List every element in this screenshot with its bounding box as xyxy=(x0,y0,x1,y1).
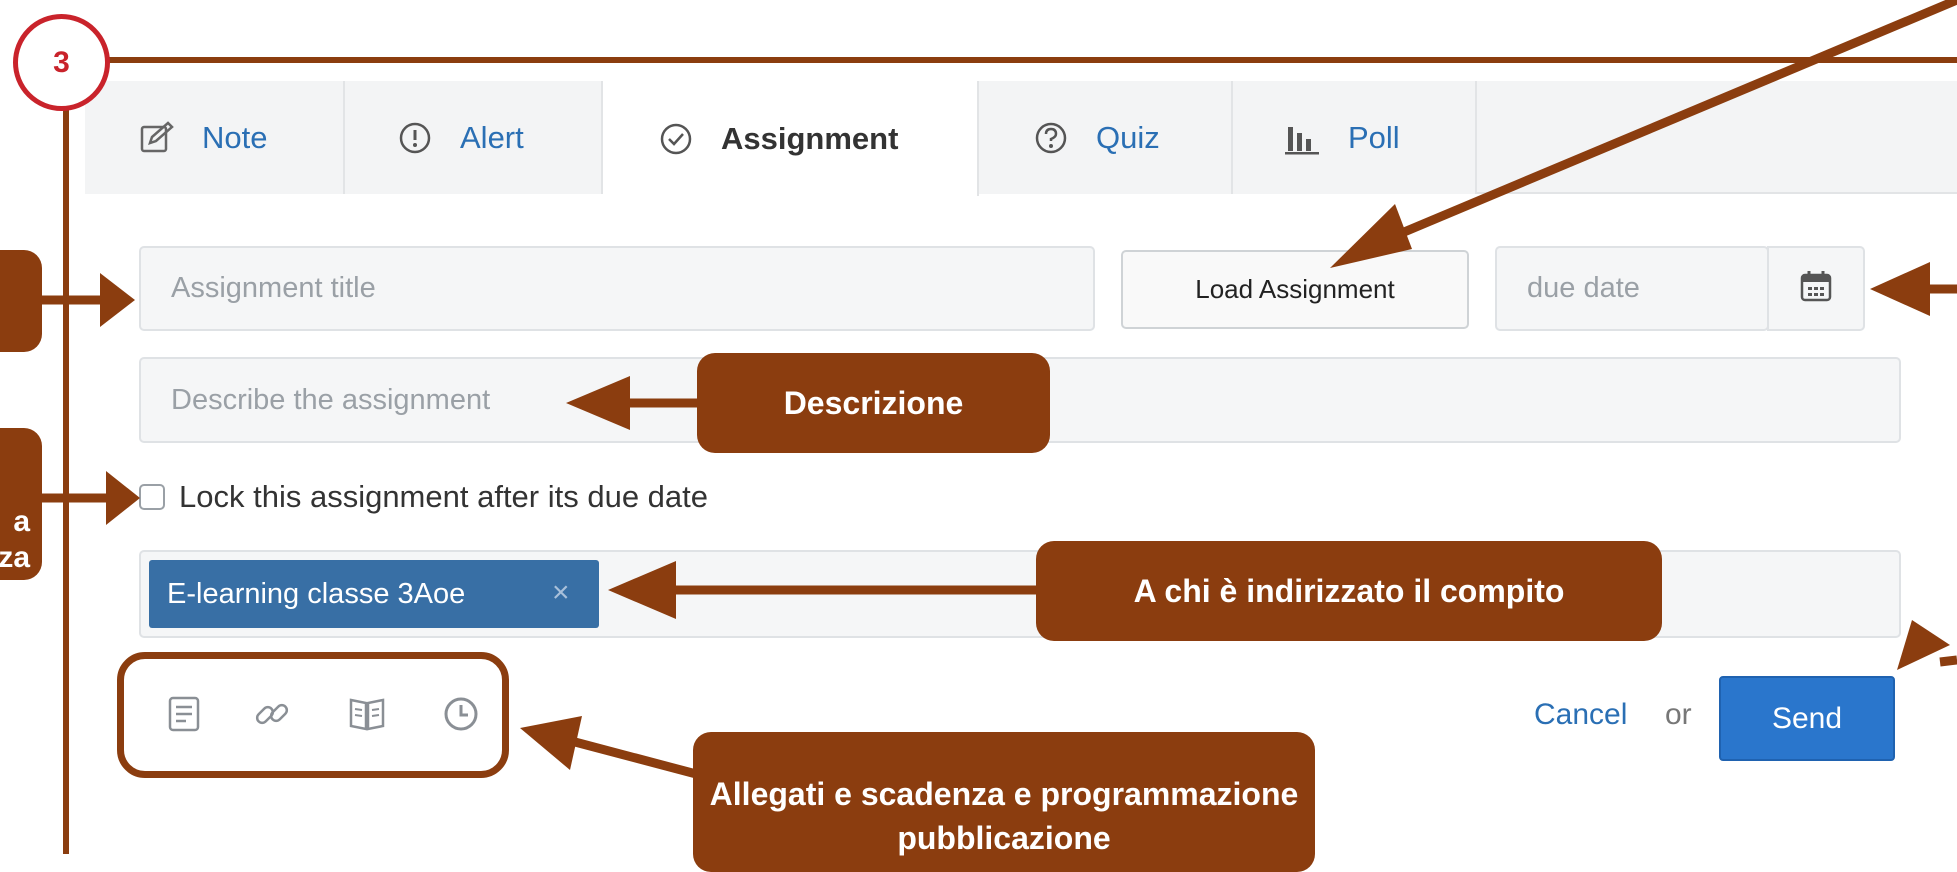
title-placeholder: Assignment title xyxy=(171,272,376,304)
lock-label: Lock this assignment after its due date xyxy=(179,479,709,514)
tab-label: Poll xyxy=(1348,119,1400,155)
callout-allegati: Allegati e scadenza e programmazione pub… xyxy=(693,732,1315,872)
edit-note-icon xyxy=(137,118,177,158)
alert-icon xyxy=(395,118,435,158)
tab-quiz[interactable]: Quiz xyxy=(979,81,1233,194)
tab-alert[interactable]: Alert xyxy=(345,81,603,194)
lock-checkbox[interactable] xyxy=(139,484,165,510)
callout-destinatari: A chi è indirizzato il compito xyxy=(1036,541,1662,641)
tab-label: Alert xyxy=(460,119,524,155)
tab-label: Quiz xyxy=(1096,119,1160,155)
tools-highlight xyxy=(117,652,509,778)
send-button[interactable]: Send xyxy=(1719,676,1895,761)
or-separator: or xyxy=(1665,698,1692,731)
load-assignment-button[interactable]: Load Assignment xyxy=(1121,250,1469,329)
tab-poll[interactable]: Poll xyxy=(1233,81,1477,194)
callout-descrizione: Descrizione xyxy=(697,353,1050,453)
tab-label: Note xyxy=(202,119,268,155)
assignment-title-input[interactable]: Assignment title xyxy=(139,246,1095,331)
remove-recipient-button[interactable]: × xyxy=(552,567,582,619)
tab-note[interactable]: Note xyxy=(85,81,345,194)
due-date-input[interactable]: due date xyxy=(1495,246,1769,331)
tab-assignment[interactable]: Assignment xyxy=(603,81,979,196)
calendar-icon xyxy=(1799,269,1833,308)
question-icon xyxy=(1031,118,1071,158)
step-badge: 3 xyxy=(13,14,110,111)
bar-chart-icon xyxy=(1283,118,1323,158)
recipient-tag: E-learning classe 3Aoe xyxy=(149,560,599,628)
tab-label: Assignment xyxy=(721,120,899,156)
due-date-placeholder: due date xyxy=(1527,272,1640,304)
cancel-link[interactable]: Cancel xyxy=(1534,698,1627,732)
check-circle-icon xyxy=(656,119,696,159)
recipient-tag-label: E-learning classe 3Aoe xyxy=(167,577,466,610)
calendar-button[interactable] xyxy=(1767,246,1865,331)
lock-option: Lock this assignment after its due date xyxy=(139,472,708,522)
callout-left-mid: a za xyxy=(0,428,42,580)
description-placeholder: Describe the assignment xyxy=(171,383,491,416)
callout-left-top xyxy=(0,250,42,352)
